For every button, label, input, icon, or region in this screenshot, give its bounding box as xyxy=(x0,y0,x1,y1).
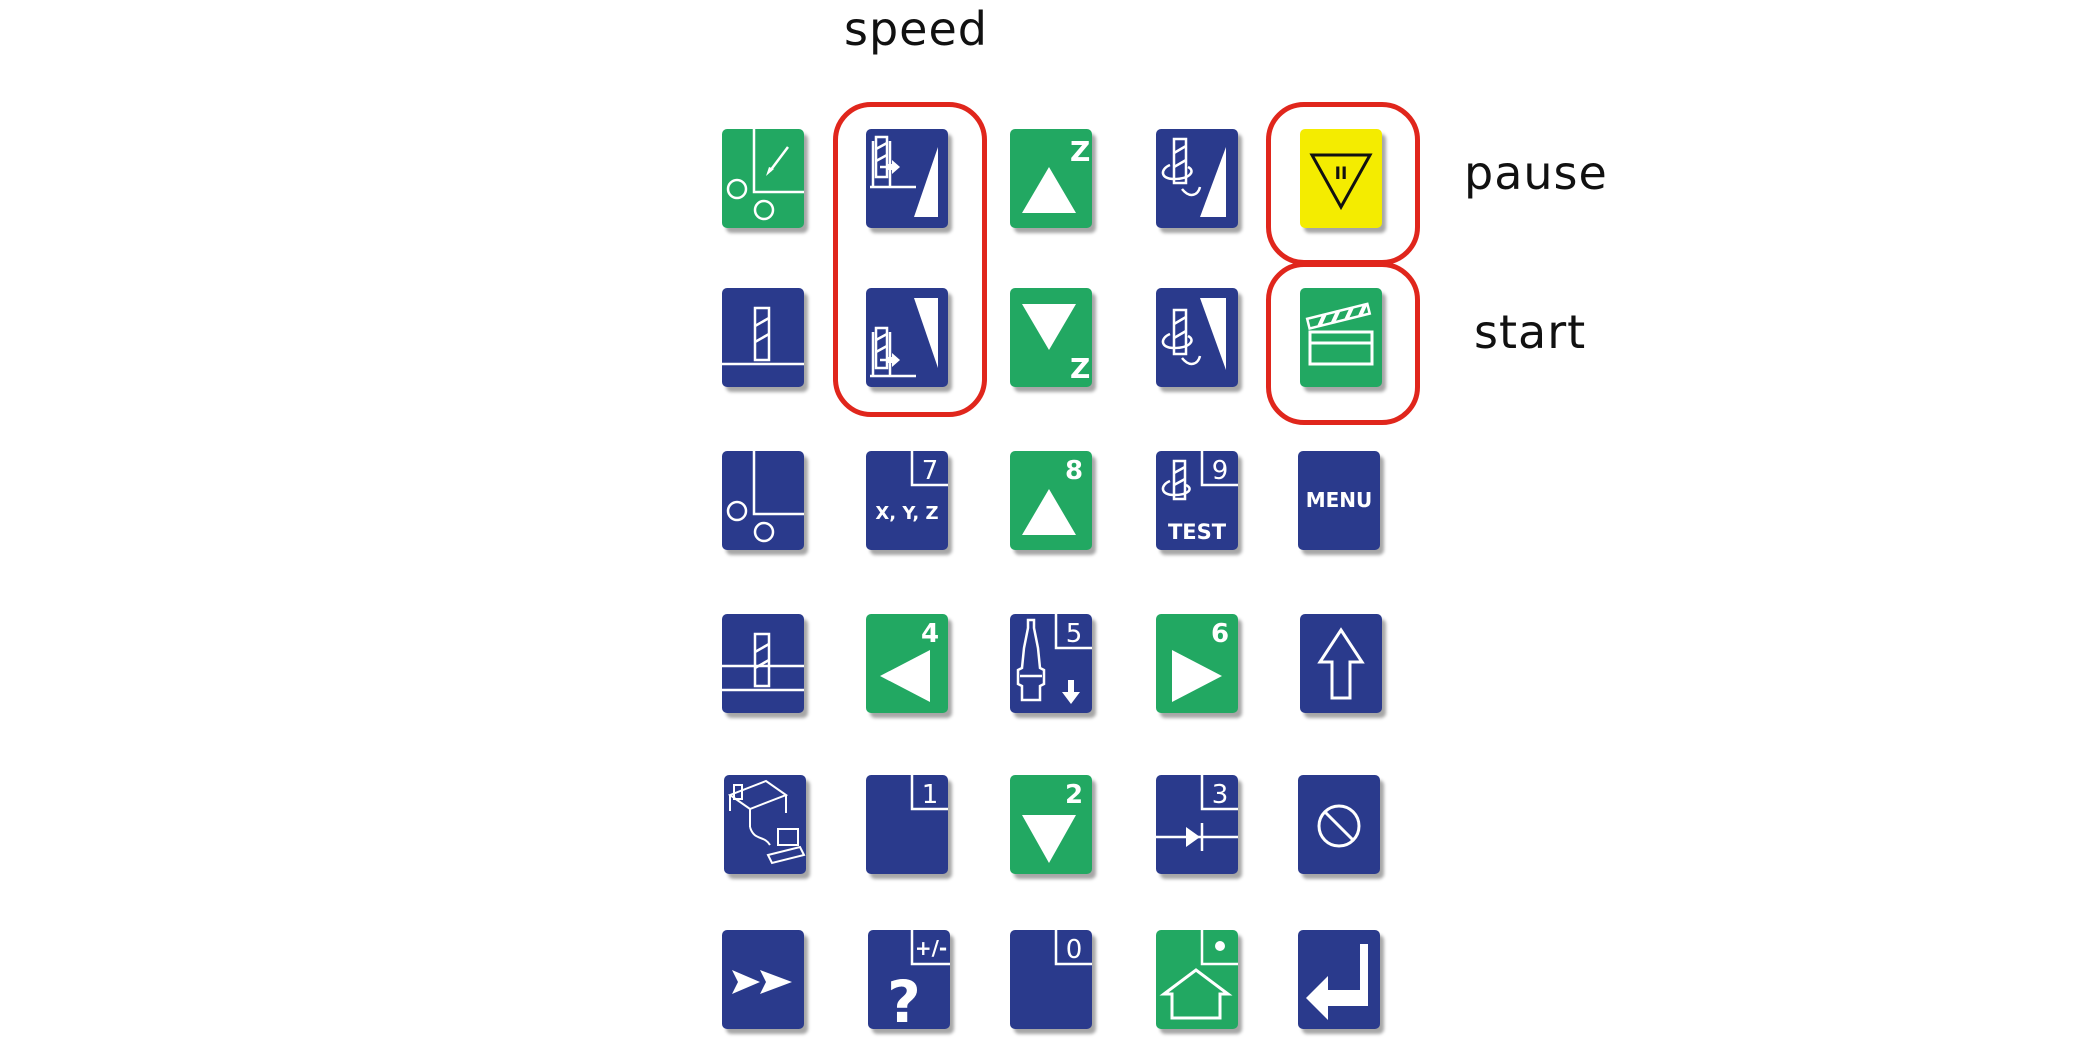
end-mill-icon xyxy=(722,306,804,366)
z-down-key[interactable]: Z xyxy=(1010,288,1092,387)
fast-forward-key[interactable] xyxy=(722,930,804,1029)
arrow-right-icon: 6 xyxy=(1172,619,1229,702)
key-7-number: 7 xyxy=(922,456,939,486)
help-plusminus-key[interactable]: +/- ? xyxy=(868,930,950,1029)
z-up-letter: Z xyxy=(1070,135,1090,168)
enter-key[interactable] xyxy=(1298,930,1380,1029)
speed-down-key[interactable] xyxy=(866,288,948,387)
numpad-7-icon: 7 X, Y, Z xyxy=(875,451,948,524)
pause-symbol: II xyxy=(1335,164,1348,184)
arrow-up-icon: 8 xyxy=(1022,456,1083,535)
step-arrow-icon: 3 xyxy=(1156,775,1238,851)
key-1-number: 1 xyxy=(922,780,939,810)
key-9-test[interactable]: 9 TEST xyxy=(1156,451,1238,550)
tool-length-icon xyxy=(722,632,804,692)
question-mark: ? xyxy=(887,968,921,1029)
tool-holder-icon: 5 xyxy=(1016,614,1092,704)
pc-connection-key[interactable] xyxy=(724,775,806,874)
key-9-number: 9 xyxy=(1212,456,1229,486)
question-icon: +/- ? xyxy=(887,930,950,1029)
z-up-key[interactable]: Z xyxy=(1010,129,1092,228)
home-icon xyxy=(1159,930,1238,1020)
arrow-down-icon: 2 xyxy=(1022,780,1083,863)
xyz-text: X, Y, Z xyxy=(875,503,938,524)
enter-arrow-icon xyxy=(1306,944,1368,1020)
tool-length-key[interactable] xyxy=(722,614,804,713)
key-6-number: 6 xyxy=(1211,619,1229,649)
key-8-number: 8 xyxy=(1065,456,1083,486)
arrow-up-icon: Z xyxy=(1022,135,1090,213)
key-6-right[interactable]: 6 xyxy=(1156,614,1238,713)
shift-key[interactable] xyxy=(1300,614,1382,713)
shift-arrow-up-icon xyxy=(1317,627,1365,700)
start-label: start xyxy=(1474,305,1587,359)
home-key[interactable] xyxy=(1156,930,1238,1029)
key-0[interactable]: 0 xyxy=(1010,930,1092,1029)
feed-up-key[interactable] xyxy=(1156,129,1238,228)
key-2-down[interactable]: 2 xyxy=(1010,775,1092,874)
feed-rate-up-icon xyxy=(1161,137,1226,217)
test-run-icon: 9 TEST xyxy=(1161,451,1238,544)
key-4-number: 4 xyxy=(921,619,939,649)
reference-point-key[interactable] xyxy=(722,451,804,550)
stop-key[interactable] xyxy=(1298,775,1380,874)
spindle-speed-up-icon xyxy=(870,135,938,217)
key-3-number: 3 xyxy=(1212,780,1229,810)
z-down-letter: Z xyxy=(1070,352,1090,385)
reference-point-icon xyxy=(726,451,804,543)
key-2-number: 2 xyxy=(1065,780,1083,810)
numpad-0-icon: 0 xyxy=(1054,930,1092,966)
pause-label: pause xyxy=(1464,146,1608,200)
key-8-up[interactable]: 8 xyxy=(1010,451,1092,550)
menu-key[interactable]: MENU xyxy=(1298,451,1380,550)
key-5-number: 5 xyxy=(1066,619,1083,649)
key-1[interactable]: 1 xyxy=(866,775,948,874)
key-0-number: 0 xyxy=(1066,935,1083,965)
pause-key[interactable]: II xyxy=(1300,129,1382,228)
fast-forward-icon xyxy=(732,970,792,994)
key-4-left[interactable]: 4 xyxy=(866,614,948,713)
spindle-speed-down-icon xyxy=(870,298,938,378)
pause-icon: II xyxy=(1309,153,1373,211)
tool-change-key[interactable] xyxy=(722,288,804,387)
key-7-xyz[interactable]: 7 X, Y, Z xyxy=(866,451,948,550)
plusminus-text: +/- xyxy=(915,936,947,960)
probe-tool-icon xyxy=(726,129,804,221)
probe-tool-key[interactable] xyxy=(722,129,804,228)
machine-to-computer-icon xyxy=(727,779,806,865)
feed-down-key[interactable] xyxy=(1156,288,1238,387)
menu-icon: MENU xyxy=(1306,488,1373,512)
numpad-1-icon: 1 xyxy=(910,775,948,811)
key-3-step[interactable]: 3 xyxy=(1156,775,1238,874)
feed-rate-down-icon xyxy=(1161,298,1226,370)
speed-label: speed xyxy=(844,2,988,56)
speed-up-key[interactable] xyxy=(866,129,948,228)
key-5-toolholder[interactable]: 5 xyxy=(1010,614,1092,713)
menu-text: MENU xyxy=(1306,488,1373,512)
prohibited-icon xyxy=(1317,804,1361,848)
start-key[interactable] xyxy=(1300,288,1382,387)
test-text: TEST xyxy=(1168,520,1227,544)
arrow-down-icon: Z xyxy=(1022,304,1090,385)
arrow-left-icon: 4 xyxy=(880,619,939,702)
clapperboard-icon xyxy=(1305,302,1374,366)
